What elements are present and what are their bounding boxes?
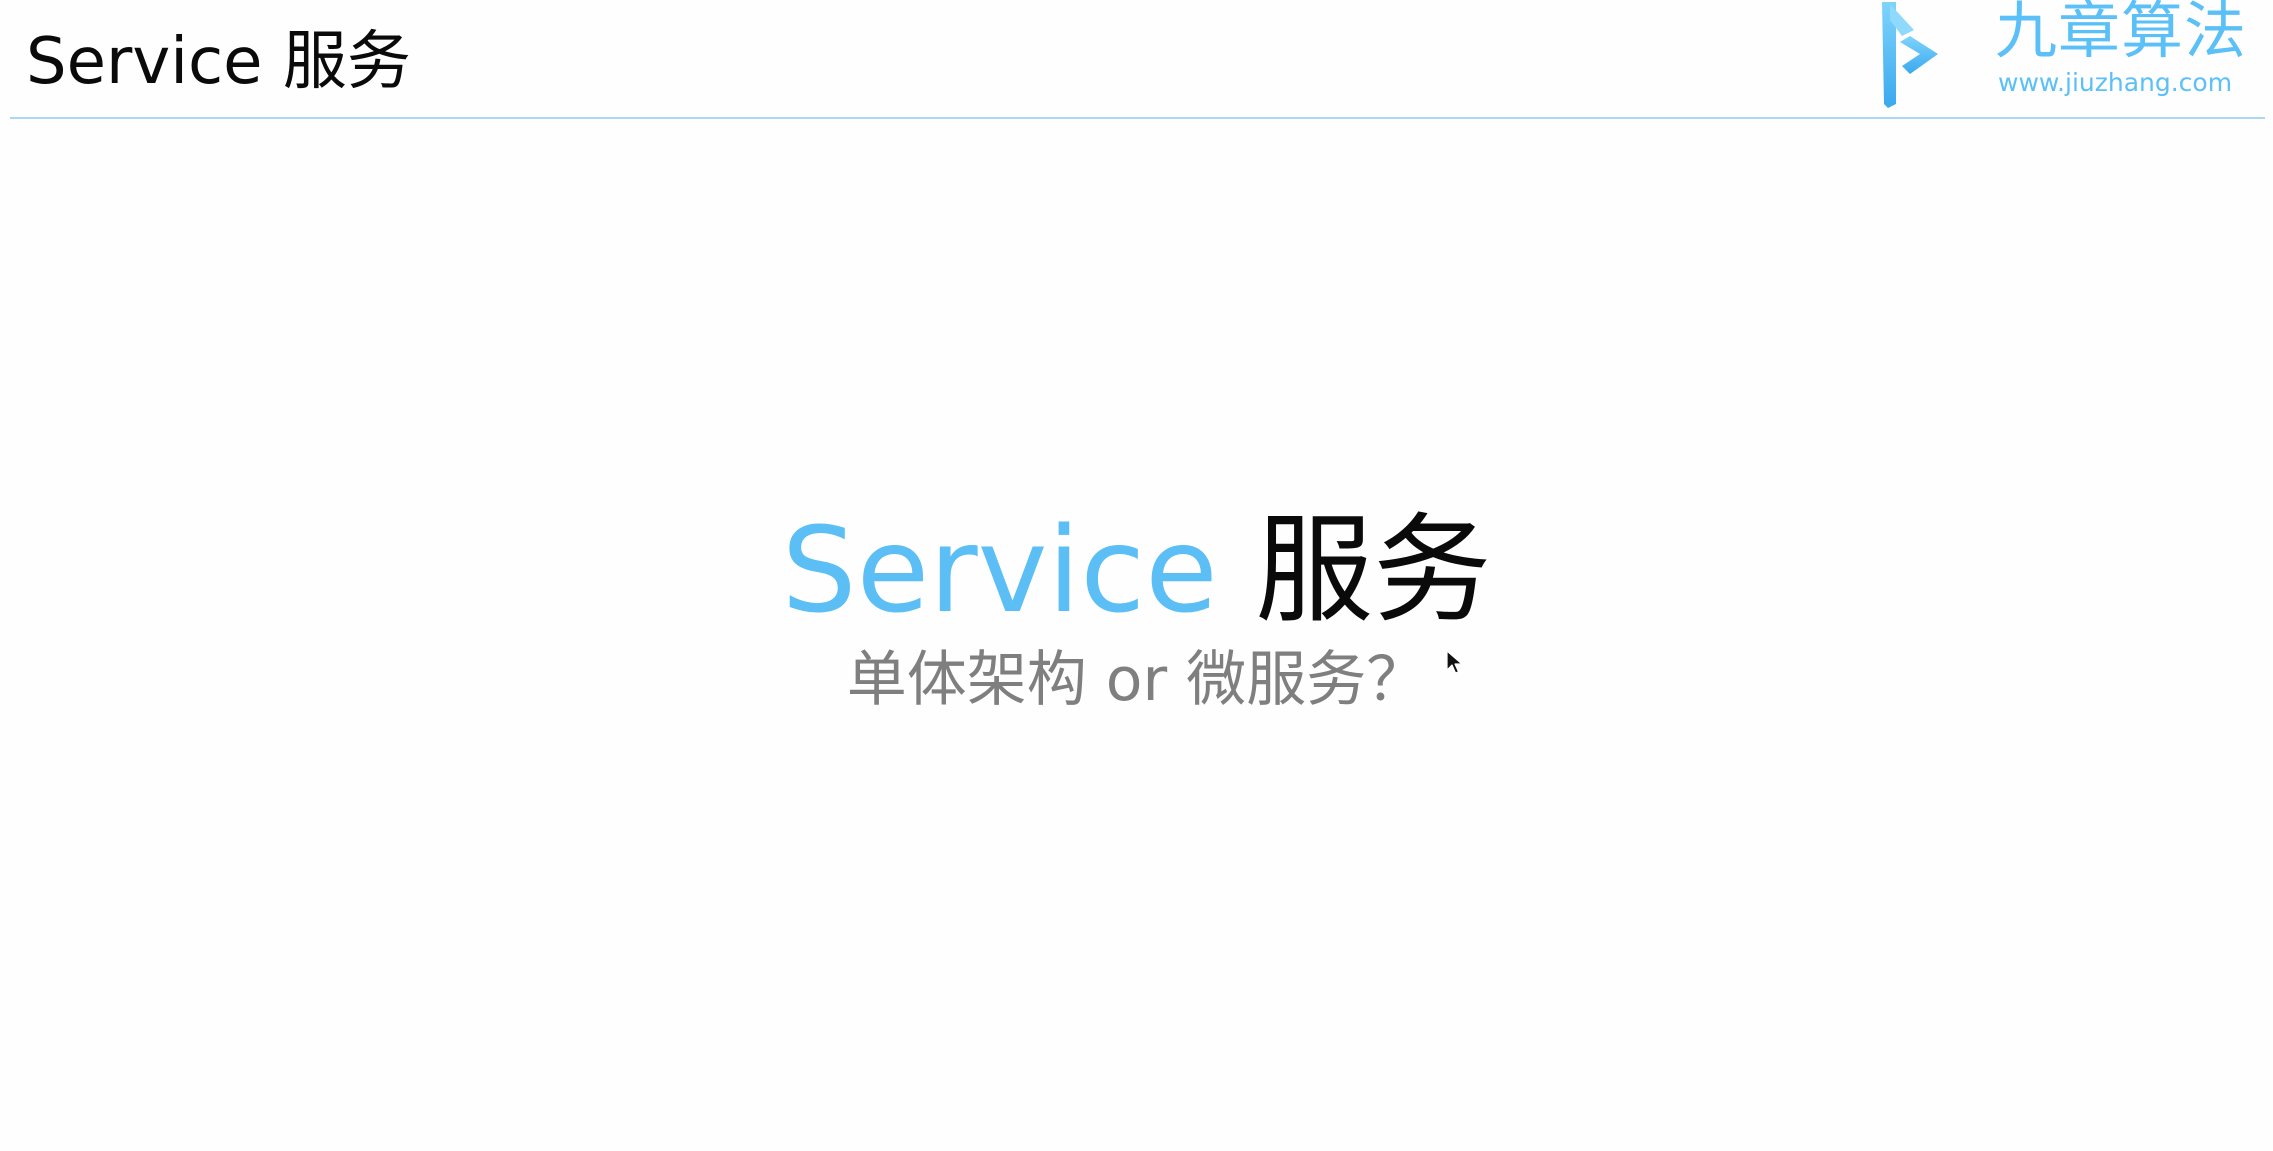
slide-title-en: Service: [781, 501, 1218, 639]
logo-name: 九章算法: [1995, 0, 2248, 67]
logo: 九章算法 www.jiuzhang.com: [1870, 0, 2265, 110]
slide-title-zh: 服务: [1255, 501, 1492, 639]
logo-url: www.jiuzhang.com: [1998, 68, 2233, 97]
mouse-pointer-icon: [1446, 650, 1463, 674]
slide-title: Service 服务: [782, 500, 1492, 640]
slide-title-block: Service 服务: [0, 500, 2273, 640]
header-divider: [10, 117, 2265, 119]
header-title: Service 服务: [26, 25, 411, 99]
slide-subtitle: 单体架构 or 微服务？: [846, 645, 1427, 715]
slide: Service 服务 九章算法 www.jiuzhang.com Service…: [0, 0, 2273, 1151]
jiuzhang-logo-icon: [1882, 2, 1938, 108]
